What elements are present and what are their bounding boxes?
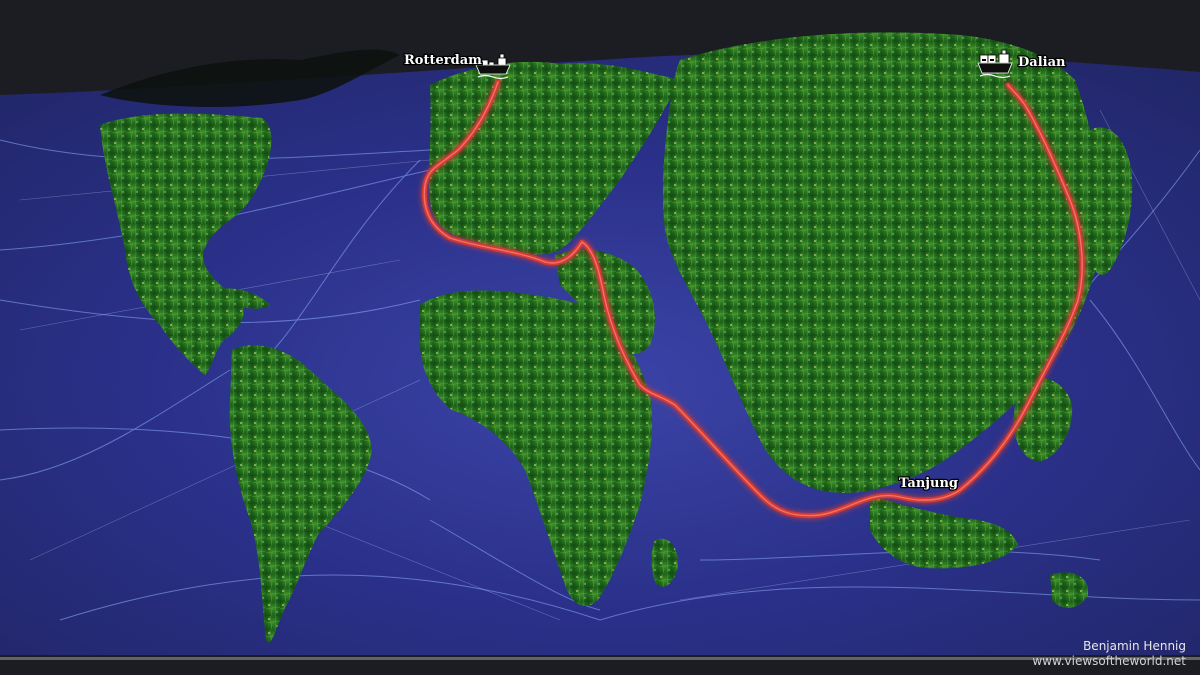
website-credit: www.viewsoftheworld.net <box>1032 654 1186 668</box>
author-credit: Benjamin Hennig <box>1083 639 1186 653</box>
cartogram-map: Rotterdam Dalian Tanjung <box>0 0 1200 675</box>
credit-block: Benjamin Hennig www.viewsoftheworld.net <box>1032 639 1186 669</box>
bottom-divider <box>0 657 1200 660</box>
port-label-dalian: Dalian <box>1018 55 1066 70</box>
port-label-tanjung: Tanjung <box>899 476 958 491</box>
port-label-rotterdam: Rotterdam <box>404 53 482 68</box>
